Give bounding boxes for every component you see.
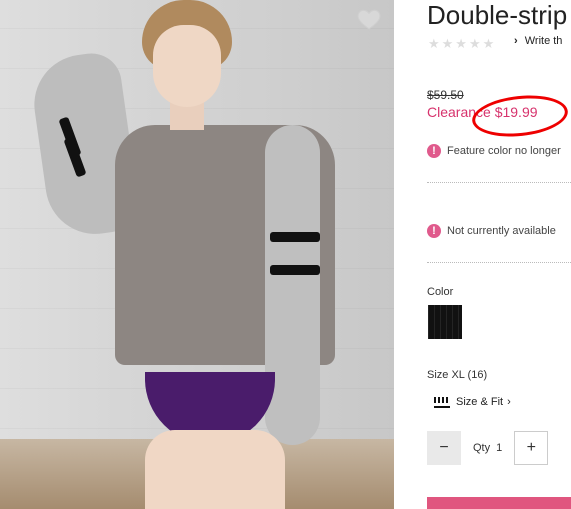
divider [427, 182, 571, 184]
color-swatch-black[interactable] [428, 305, 462, 339]
write-review-link[interactable]: › Write th [514, 35, 562, 47]
legs [145, 430, 285, 509]
alert-icon: ! [427, 224, 441, 238]
availability-notice-text: Not currently available [447, 225, 556, 237]
stripe [270, 265, 320, 275]
divider [427, 262, 571, 264]
availability-notice: ! Not currently available [427, 224, 556, 238]
product-photo [0, 0, 394, 509]
heart-icon[interactable] [356, 6, 382, 32]
color-notice: ! Feature color no longer [427, 144, 561, 158]
rating-stars[interactable]: ★★★★★ [428, 36, 496, 52]
model-figure [27, 0, 335, 509]
annotation-circle [470, 91, 570, 141]
chevron-right-icon: › [514, 35, 518, 47]
plus-button[interactable]: + [514, 431, 549, 465]
product-details: Double-strip ★★★★★ › Write th $59.50 Cle… [394, 0, 571, 509]
right-arm [265, 125, 320, 445]
ruler-icon [434, 396, 450, 408]
write-review-label: Write th [524, 35, 563, 47]
size-fit-label: Size & Fit [456, 396, 504, 408]
original-price: $59.50 [427, 88, 464, 102]
color-notice-text: Feature color no longer [447, 145, 561, 157]
minus-button[interactable]: − [427, 431, 461, 465]
quantity-stepper: − Qty 1 + [427, 431, 549, 465]
minus-icon: − [439, 439, 449, 456]
size-label: Size XL (16) [427, 369, 488, 381]
face [153, 25, 221, 107]
alert-icon: ! [427, 144, 441, 158]
qty-value: 1 [496, 442, 503, 454]
plus-icon: + [526, 439, 536, 456]
chevron-right-icon: › [507, 396, 511, 408]
size-fit-link[interactable]: Size & Fit › [434, 396, 511, 408]
add-to-bag-button[interactable] [427, 497, 571, 509]
stripe [270, 232, 320, 242]
color-label: Color [427, 286, 454, 298]
qty-label: Qty [473, 442, 491, 454]
product-title: Double-strip [427, 0, 568, 30]
